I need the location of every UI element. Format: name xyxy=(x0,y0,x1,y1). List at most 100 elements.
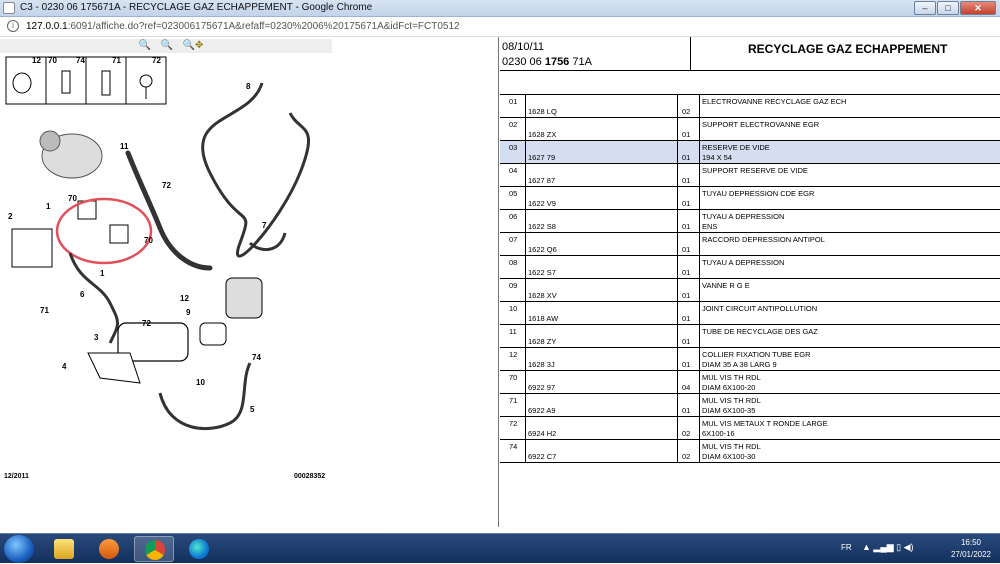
part-qty: 01 xyxy=(682,268,691,277)
part-desc: TUYAU A DEPRESSION xyxy=(702,212,785,221)
table-row[interactable]: 10 1618 AW 01 JOINT CIRCUIT ANTIPOLLUTION xyxy=(500,302,1000,325)
clock-date[interactable]: 27/01/2022 xyxy=(946,550,996,559)
label-12b: 12 xyxy=(180,294,189,303)
cell-ref: 1618 AW xyxy=(526,302,678,324)
site-info-icon[interactable]: i xyxy=(7,20,19,32)
part-ref: 6922 A9 xyxy=(528,406,556,415)
part-qty: 01 xyxy=(682,337,691,346)
taskbar: FR ▲ ▂▄▆ ▯ ◀) 16:50 27/01/2022 xyxy=(0,533,1000,563)
zoom-out-icon[interactable]: 🔍 xyxy=(160,39,174,53)
address-bar[interactable]: i 127.0.0.1:6091/affiche.do?ref=02300617… xyxy=(0,17,1000,37)
cell-desc: SUPPORT RESERVE DE VIDE xyxy=(700,164,1000,186)
cell-ref: 6922 A9 xyxy=(526,394,678,416)
table-row[interactable]: 70 6922 97 04 MUL VIS TH RDL DIAM 6X100-20 xyxy=(500,371,1000,394)
cell-ref: 6922 97 xyxy=(526,371,678,393)
label-71b: 71 xyxy=(40,306,49,315)
cell-desc: MUL VIS TH RDL DIAM 6X100-30 xyxy=(700,440,1000,462)
table-row[interactable]: 03 1627 79 01 RESERVE DE VIDE 194 X 54 xyxy=(500,141,1000,164)
table-row[interactable]: 04 1627 87 01 SUPPORT RESERVE DE VIDE xyxy=(500,164,1000,187)
url-text[interactable]: 127.0.0.1:6091/affiche.do?ref=0230061756… xyxy=(26,21,460,32)
edge-icon[interactable] xyxy=(179,536,219,562)
vacuum-hose-6 xyxy=(68,252,119,344)
maximize-icon[interactable]: □ xyxy=(937,1,959,15)
part-number: 01 xyxy=(509,97,518,106)
table-row[interactable]: 71 6922 A9 01 MUL VIS TH RDL DIAM 6X100-35 xyxy=(500,394,1000,417)
part-number: 02 xyxy=(509,120,518,129)
window-titlebar[interactable]: C3 - 0230 06 175671A - RECYCLAGE GAZ ECH… xyxy=(0,0,1000,17)
cell-qty: 01 xyxy=(678,210,700,232)
cell-num: 05 xyxy=(500,187,526,209)
table-row[interactable]: 06 1622 S8 01 TUYAU A DEPRESSION ENS xyxy=(500,210,1000,233)
cell-desc: TUYAU A DEPRESSION ENS xyxy=(700,210,1000,232)
tray-icons[interactable]: ▲ ▂▄▆ ▯ ◀) xyxy=(862,542,914,553)
cell-desc: MUL VIS TH RDL DIAM 6X100-35 xyxy=(700,394,1000,416)
table-row[interactable]: 02 1628 ZX 01 SUPPORT ELECTROVANNE EGR xyxy=(500,118,1000,141)
media-player-icon[interactable] xyxy=(89,536,129,562)
clock-time[interactable]: 16:50 xyxy=(951,538,991,547)
label-11: 11 xyxy=(120,142,129,151)
cell-qty: 01 xyxy=(678,302,700,324)
part-number: 06 xyxy=(509,212,518,221)
part-desc-detail: ENS xyxy=(702,222,718,231)
part-desc: MUL VIS TH RDL xyxy=(702,396,761,405)
cell-desc: TUBE DE RECYCLAGE DES GAZ xyxy=(700,325,1000,347)
part-ref: 1628 3J xyxy=(528,360,555,369)
part-number: 07 xyxy=(509,235,518,244)
file-explorer-icon[interactable] xyxy=(44,536,84,562)
cell-ref: 1628 LQ xyxy=(526,95,678,117)
part-desc-detail: DIAM 35 A 38 LARG 9 xyxy=(702,360,777,369)
label-70: 70 xyxy=(48,56,57,65)
part-qty: 01 xyxy=(682,222,691,231)
part-number: 11 xyxy=(509,327,517,336)
part-qty: 02 xyxy=(682,107,691,116)
table-row[interactable]: 08 1622 S7 01 TUYAU A DEPRESSION xyxy=(500,256,1000,279)
label-12: 12 xyxy=(32,56,41,65)
chrome-icon[interactable] xyxy=(134,536,174,562)
language-indicator[interactable]: FR xyxy=(841,543,852,552)
label-4: 4 xyxy=(62,362,67,371)
part-number: 05 xyxy=(509,189,518,198)
zoom-pan-icon[interactable]: 🔍✥ xyxy=(182,39,204,53)
table-row[interactable]: 12 1628 3J 01 COLLIER FIXATION TUBE EGR DIAM… xyxy=(500,348,1000,371)
exploded-parts-diagram[interactable]: 12 70 74 71 72 8 11 72 1 70 2 70 7 1 6 1… xyxy=(0,53,340,448)
page-title: RECYCLAGE GAZ ECHAPPEMENT xyxy=(748,42,948,56)
label-71: 71 xyxy=(112,56,121,65)
part-number: 71 xyxy=(509,396,518,405)
part-qty: 01 xyxy=(682,176,691,185)
table-row[interactable]: 07 1622 Q6 01 RACCORD DEPRESSION ANTIPOL xyxy=(500,233,1000,256)
part-number: 72 xyxy=(509,419,518,428)
cell-desc: COLLIER FIXATION TUBE EGR DIAM 35 A 38 LA… xyxy=(700,348,1000,370)
cell-qty: 01 xyxy=(678,118,700,140)
cell-desc: RACCORD DEPRESSION ANTIPOL xyxy=(700,233,1000,255)
label-8: 8 xyxy=(246,82,251,91)
table-row[interactable]: 05 1622 V9 01 TUYAU DEPRESSION CDE EGR xyxy=(500,187,1000,210)
table-row[interactable]: 01 1628 LQ 02 ELECTROVANNE RECYCLAGE GAZ EC… xyxy=(500,95,1000,118)
cell-qty: 01 xyxy=(678,394,700,416)
zoom-in-icon[interactable]: 🔍 xyxy=(138,39,152,53)
cell-desc: SUPPORT ELECTROVANNE EGR xyxy=(700,118,1000,140)
start-orb-icon[interactable] xyxy=(4,535,34,563)
part-qty: 04 xyxy=(682,383,691,392)
label-70c: 70 xyxy=(144,236,153,245)
table-row[interactable]: 09 1628 XV 01 VANNE R G E xyxy=(500,279,1000,302)
cell-desc: JOINT CIRCUIT ANTIPOLLUTION xyxy=(700,302,1000,324)
cell-num: 72 xyxy=(500,417,526,439)
play-icon xyxy=(99,539,119,559)
part-desc-detail: 6X100-16 xyxy=(702,429,735,438)
label-9: 9 xyxy=(186,308,191,317)
part-ref: 1622 S8 xyxy=(528,222,556,231)
label-10: 10 xyxy=(196,378,205,387)
vacuum-hose-7 xyxy=(248,232,287,252)
part-qty: 01 xyxy=(682,199,691,208)
table-row[interactable]: 74 6922 C7 02 MUL VIS TH RDL DIAM 6X100-30 xyxy=(500,440,1000,463)
close-icon[interactable]: ✕ xyxy=(960,1,996,15)
vacuum-hose-5 xyxy=(158,362,252,430)
part-ref: 1628 ZX xyxy=(528,130,557,139)
cell-num: 12 xyxy=(500,348,526,370)
cell-desc: RESERVE DE VIDE 194 X 54 xyxy=(700,141,1000,163)
table-row[interactable]: 11 1628 ZY 01 TUBE DE RECYCLAGE DES GAZ xyxy=(500,325,1000,348)
table-row[interactable]: 72 6924 H2 02 MUL VIS METAUX T RONDE LARGE 6… xyxy=(500,417,1000,440)
part-ref: 1622 S7 xyxy=(528,268,556,277)
minimize-icon[interactable]: – xyxy=(914,1,936,15)
url-path: :6091/affiche.do?ref=023006175671A&refaf… xyxy=(67,21,460,32)
